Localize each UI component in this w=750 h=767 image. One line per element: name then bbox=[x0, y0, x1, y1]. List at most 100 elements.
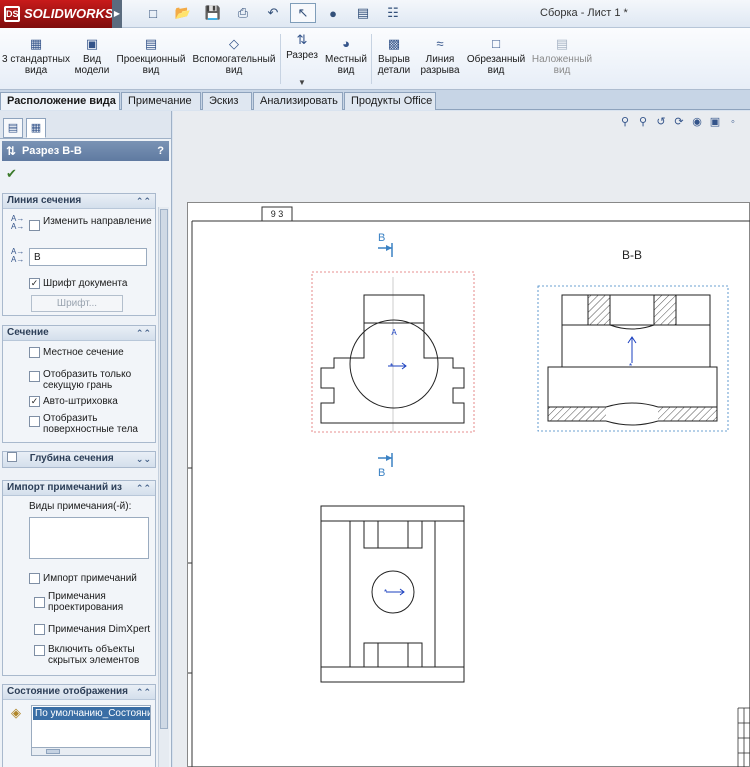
include-hidden-checkbox[interactable] bbox=[34, 645, 45, 656]
group-title: Импорт примечаний из bbox=[7, 482, 122, 493]
save-icon[interactable]: 💾 bbox=[200, 3, 226, 23]
ok-check-icon[interactable]: ✔ bbox=[6, 166, 17, 182]
traffic-light-icon[interactable]: ● bbox=[320, 3, 346, 23]
section-view-button[interactable]: ⇅ Разрез ▼ bbox=[283, 32, 321, 88]
display-surface-bodies-label: Отобразить поверхностные тела bbox=[43, 413, 138, 435]
section-view-dropdown-icon[interactable]: ▼ bbox=[283, 77, 321, 88]
auto-hatching-checkbox[interactable]: ✓ bbox=[29, 396, 40, 407]
section-depth-checkbox[interactable] bbox=[7, 452, 17, 462]
command-manager-ribbon: ▦ 3 стандартных вида ▣ Вид модели ▤ Прое… bbox=[0, 28, 750, 90]
standard-3views-button[interactable]: ▦ 3 стандартных вида bbox=[2, 36, 70, 76]
tab-view-layout[interactable]: Расположение вида bbox=[0, 92, 120, 110]
flip-direction-checkbox[interactable] bbox=[29, 220, 40, 231]
command-tabs: Расположение вида Примечание Эскиз Анали… bbox=[0, 90, 750, 110]
hscroll-thumb[interactable] bbox=[46, 749, 60, 754]
group-header-section[interactable]: Сечение ⌃⌃ bbox=[3, 326, 155, 341]
tab-evaluate[interactable]: Анализировать bbox=[253, 92, 343, 110]
annotation-views-list[interactable] bbox=[29, 517, 149, 559]
zoom-to-area-icon[interactable]: ⚲ bbox=[636, 115, 650, 129]
tab-office-products[interactable]: Продукты Office bbox=[344, 92, 436, 110]
app-logo[interactable]: DS SOLIDWORKS bbox=[0, 0, 114, 28]
print-icon[interactable]: ⎙ bbox=[230, 3, 256, 23]
import-annotations-checkbox[interactable] bbox=[29, 573, 40, 584]
group-section: Сечение ⌃⌃ Местное сечение Отобразить то… bbox=[2, 325, 156, 443]
alternate-position-button[interactable]: ▤ Наложенный вид bbox=[528, 36, 596, 76]
section-arrow-bottom bbox=[378, 453, 393, 467]
display-surface-only-checkbox[interactable] bbox=[29, 371, 40, 382]
document-font-checkbox[interactable]: ✓ bbox=[29, 278, 40, 289]
select-pointer-icon[interactable]: ↖ bbox=[290, 3, 316, 23]
menu-expand-arrow-icon[interactable]: ▶ bbox=[112, 0, 122, 28]
options-icon[interactable]: ☷ bbox=[380, 3, 406, 23]
drawing-canvas[interactable]: ⚲ ⚲ ↺ ⟳ ◉ ▣ ◦ 9 3 B B A * B-B * * bbox=[173, 111, 750, 767]
auxiliary-view-button[interactable]: ◇ Вспомогательный вид bbox=[190, 36, 278, 76]
app-name: SOLIDWORKS bbox=[24, 6, 114, 21]
crop-view-button[interactable]: □ Обрезанный вид bbox=[466, 36, 526, 76]
hide-show-items-icon[interactable]: ◉ bbox=[690, 115, 704, 129]
tab-sketch[interactable]: Эскиз bbox=[202, 92, 252, 110]
drawing-sheet[interactable]: 9 3 B B A * B-B * * bbox=[176, 202, 750, 767]
projected-view-button[interactable]: ▤ Проекционный вид bbox=[114, 36, 188, 76]
heads-up-view-toolbar: ⚲ ⚲ ↺ ⟳ ◉ ▣ ◦ bbox=[618, 115, 740, 129]
auxiliary-view-icon: ◇ bbox=[229, 36, 239, 51]
property-manager-tab-icon[interactable]: ▦ bbox=[26, 118, 46, 138]
display-state-selected[interactable]: По умолчанию_Состояние bbox=[33, 707, 150, 720]
partial-section-checkbox[interactable] bbox=[29, 347, 40, 358]
group-header-section-line[interactable]: Линия сечения ⌃⌃ bbox=[3, 194, 155, 209]
alternate-position-icon: ▤ bbox=[555, 36, 569, 51]
detail-view-button[interactable]: ◕ Местный вид bbox=[323, 36, 369, 76]
undo-icon[interactable]: ↶ bbox=[260, 3, 286, 23]
group-header-import-annotations[interactable]: Импорт примечаний из ⌃⌃ bbox=[3, 481, 155, 496]
display-style-icon[interactable]: ▣ bbox=[708, 115, 722, 129]
model-view-button[interactable]: ▣ Вид модели bbox=[72, 36, 112, 76]
collapse-chevron-icon[interactable]: ⌃⌃ bbox=[136, 326, 151, 340]
auxiliary-view-label: Вспомогательный вид bbox=[192, 54, 276, 76]
detail-view-icon: ◕ bbox=[342, 36, 350, 51]
group-header-section-depth[interactable]: Глубина сечения ⌄⌄ bbox=[3, 452, 155, 467]
design-annotations-checkbox[interactable] bbox=[34, 597, 45, 608]
panel-scroll-thumb[interactable] bbox=[160, 209, 168, 729]
collapse-chevron-icon[interactable]: ⌃⌃ bbox=[136, 481, 151, 495]
display-state-hscrollbar[interactable] bbox=[31, 747, 151, 756]
previous-view-icon[interactable]: ↺ bbox=[654, 115, 668, 129]
design-annotations-label: Примечания проектирования bbox=[48, 591, 124, 613]
tab-annotation[interactable]: Примечание bbox=[121, 92, 201, 110]
file-properties-icon[interactable]: ▤ bbox=[350, 3, 376, 23]
section-label-input[interactable]: B bbox=[29, 248, 147, 266]
dimxpert-annotations-checkbox[interactable] bbox=[34, 624, 45, 635]
property-manager-panel: ▤ ▦ ⇅ Разрез B-B ? ✔ Линия сечения ⌃⌃ A→… bbox=[0, 111, 172, 767]
top-view-geometry bbox=[320, 505, 465, 683]
broken-out-section-button[interactable]: ▩ Вырыв детали bbox=[374, 36, 414, 76]
model-view-label: Вид модели bbox=[74, 54, 110, 76]
solidworks-logo-icon: DS bbox=[4, 6, 20, 22]
expand-chevron-icon[interactable]: ⌄⌄ bbox=[136, 452, 151, 466]
import-annotations-label: Импорт примечаний bbox=[43, 573, 137, 584]
display-surface-bodies-checkbox[interactable] bbox=[29, 416, 40, 427]
three-views-icon: ▦ bbox=[29, 36, 43, 51]
collapse-chevron-icon[interactable]: ⌃⌃ bbox=[136, 685, 151, 699]
section-label-value: B bbox=[34, 252, 41, 263]
open-folder-icon[interactable]: 📂 bbox=[170, 3, 196, 23]
title-bar: DS SOLIDWORKS ▶ □ 📂 💾 ⎙ ↶ ↖ ● ▤ ☷ Сборка… bbox=[0, 0, 750, 28]
zone-label: 9 3 bbox=[271, 209, 284, 219]
rotate-view-icon[interactable]: ⟳ bbox=[672, 115, 686, 129]
section-label-bottom: B bbox=[378, 467, 385, 479]
break-line-button[interactable]: ≈ Линия разрыва bbox=[416, 36, 464, 76]
zoom-to-fit-icon[interactable]: ⚲ bbox=[618, 115, 632, 129]
property-manager-header: ⇅ Разрез B-B ? bbox=[2, 141, 169, 161]
projected-view-label: Проекционный вид bbox=[116, 54, 186, 76]
feature-tree-tab-icon[interactable]: ▤ bbox=[3, 118, 23, 138]
group-header-display-state[interactable]: Состояние отображения ⌃⌃ bbox=[3, 685, 155, 700]
font-button[interactable]: Шрифт... bbox=[31, 295, 123, 312]
help-icon[interactable]: ? bbox=[157, 141, 164, 161]
section-view-label: Разрез bbox=[286, 50, 318, 61]
break-line-label: Линия разрыва bbox=[420, 54, 460, 76]
panel-scrollbar[interactable] bbox=[158, 207, 169, 767]
crop-view-icon: □ bbox=[492, 36, 500, 51]
property-manager-title: Разрез B-B bbox=[22, 145, 82, 157]
title-block-corner bbox=[737, 707, 750, 767]
collapse-chevron-icon[interactable]: ⌃⌃ bbox=[136, 194, 151, 208]
new-file-icon[interactable]: □ bbox=[140, 3, 166, 23]
view-orientation-icon[interactable]: ◦ bbox=[726, 115, 740, 129]
front-view-origin-icon: * bbox=[390, 362, 393, 371]
